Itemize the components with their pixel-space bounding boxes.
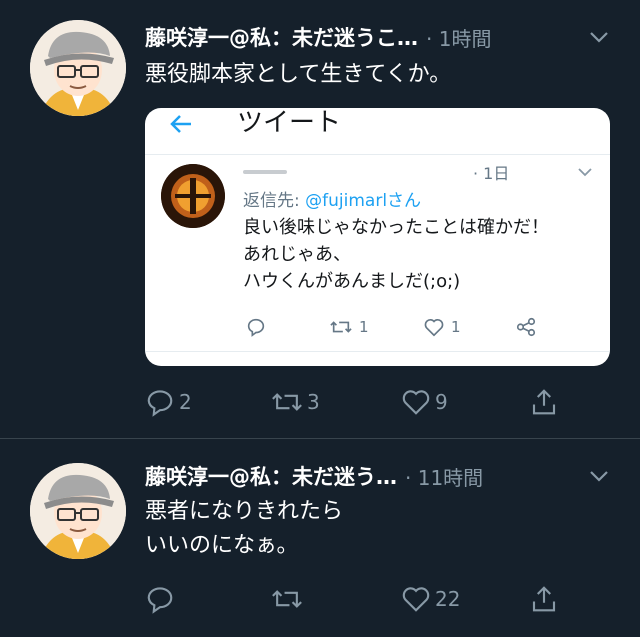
chevron-down-icon[interactable] [588, 26, 610, 52]
embedded-reply [245, 313, 267, 341]
reply-icon [147, 587, 173, 614]
embedded-share [515, 313, 537, 341]
embedded-timestamp: · 1日 [473, 164, 510, 183]
reply-icon [147, 390, 173, 417]
embedded-retweet: 1 [329, 313, 369, 341]
tweet-actions: 2 3 9 [145, 382, 585, 422]
timestamp[interactable]: · 11時間 [405, 462, 483, 491]
share-icon [532, 586, 556, 612]
embedded-image[interactable]: ツイート · 1日 返信先: @fujimarlさん 良い後味じゃなかったことは… [145, 108, 610, 366]
embedded-header: ツイート [145, 108, 610, 155]
reply-count: 2 [179, 390, 192, 414]
retweet-button[interactable] [271, 579, 303, 619]
retweet-icon [272, 393, 302, 411]
share-button[interactable] [529, 382, 559, 422]
embedded-title: ツイート [237, 108, 342, 138]
share-button[interactable] [529, 579, 559, 619]
heart-icon [424, 319, 444, 337]
divider [145, 351, 610, 352]
avatar-illustration [30, 463, 126, 559]
retweet-button[interactable]: 3 [271, 382, 320, 422]
heart-icon [402, 587, 430, 612]
retweet-icon [330, 321, 352, 333]
tweet-actions: 22 [145, 579, 585, 619]
embedded-like-count: 1 [451, 318, 461, 336]
retweet-count: 3 [307, 390, 320, 414]
tweet-text: 悪者になりきれたら いいのになぁ。 [145, 495, 343, 563]
redacted-name [243, 170, 287, 174]
timestamp[interactable]: · 1時間 [426, 23, 491, 52]
embedded-like: 1 [423, 313, 461, 341]
like-count: 22 [435, 587, 461, 611]
chevron-down-icon[interactable] [588, 465, 610, 491]
display-name[interactable]: 藤咲淳一@私：未だ迷う… [145, 461, 397, 491]
reply-button[interactable] [145, 579, 175, 619]
like-button[interactable]: 9 [401, 382, 448, 422]
embedded-line: 良い後味じゃなかったことは確かだ！ [243, 217, 549, 238]
tweet[interactable]: 藤咲淳一@私：未だ迷うこ… · 1時間 悪役脚本家として生きてくか。 ツイート … [0, 0, 640, 439]
avatar[interactable] [30, 20, 126, 116]
tweet-header: 藤咲淳一@私：未だ迷うこ… · 1時間 [145, 20, 620, 54]
embedded-line: ハウくんがあんましだ(;o;) [243, 271, 461, 292]
reply-handle: @fujimarlさん [305, 191, 422, 211]
chevron-down-icon [577, 164, 593, 184]
like-count: 9 [435, 390, 448, 414]
reply-to: 返信先: @fujimarlさん [243, 186, 421, 211]
embedded-text: 良い後味じゃなかったことは確かだ！ あれじゃあ、 ハウくんがあんましだ(;o;) [243, 214, 549, 295]
reply-button[interactable]: 2 [145, 382, 192, 422]
tweet-line: 悪者になりきれたら [145, 499, 344, 524]
retweet-icon [272, 590, 302, 608]
embedded-line: あれじゃあ、 [243, 244, 351, 265]
like-button[interactable]: 22 [401, 579, 460, 619]
embedded-avatar [161, 164, 225, 228]
avatar-illustration [30, 20, 126, 116]
back-arrow-icon [167, 110, 195, 142]
display-name[interactable]: 藤咲淳一@私：未だ迷うこ… [145, 22, 418, 52]
share-icon [532, 389, 556, 415]
reply-prefix: 返信先: [243, 191, 306, 211]
tweet-header: 藤咲淳一@私：未だ迷う… · 11時間 [145, 459, 620, 493]
embedded-actions: 1 1 [243, 313, 583, 341]
share-icon [516, 317, 536, 337]
tweet[interactable]: 藤咲淳一@私：未だ迷う… · 11時間 悪者になりきれたら いいのになぁ。 22 [0, 439, 640, 637]
heart-icon [402, 390, 430, 415]
avatar[interactable] [30, 463, 126, 559]
tweet-text: 悪役脚本家として生きてくか。 [145, 62, 452, 87]
tweet-line: いいのになぁ。 [145, 533, 299, 558]
reply-icon [247, 318, 265, 337]
embedded-retweet-count: 1 [359, 318, 369, 336]
